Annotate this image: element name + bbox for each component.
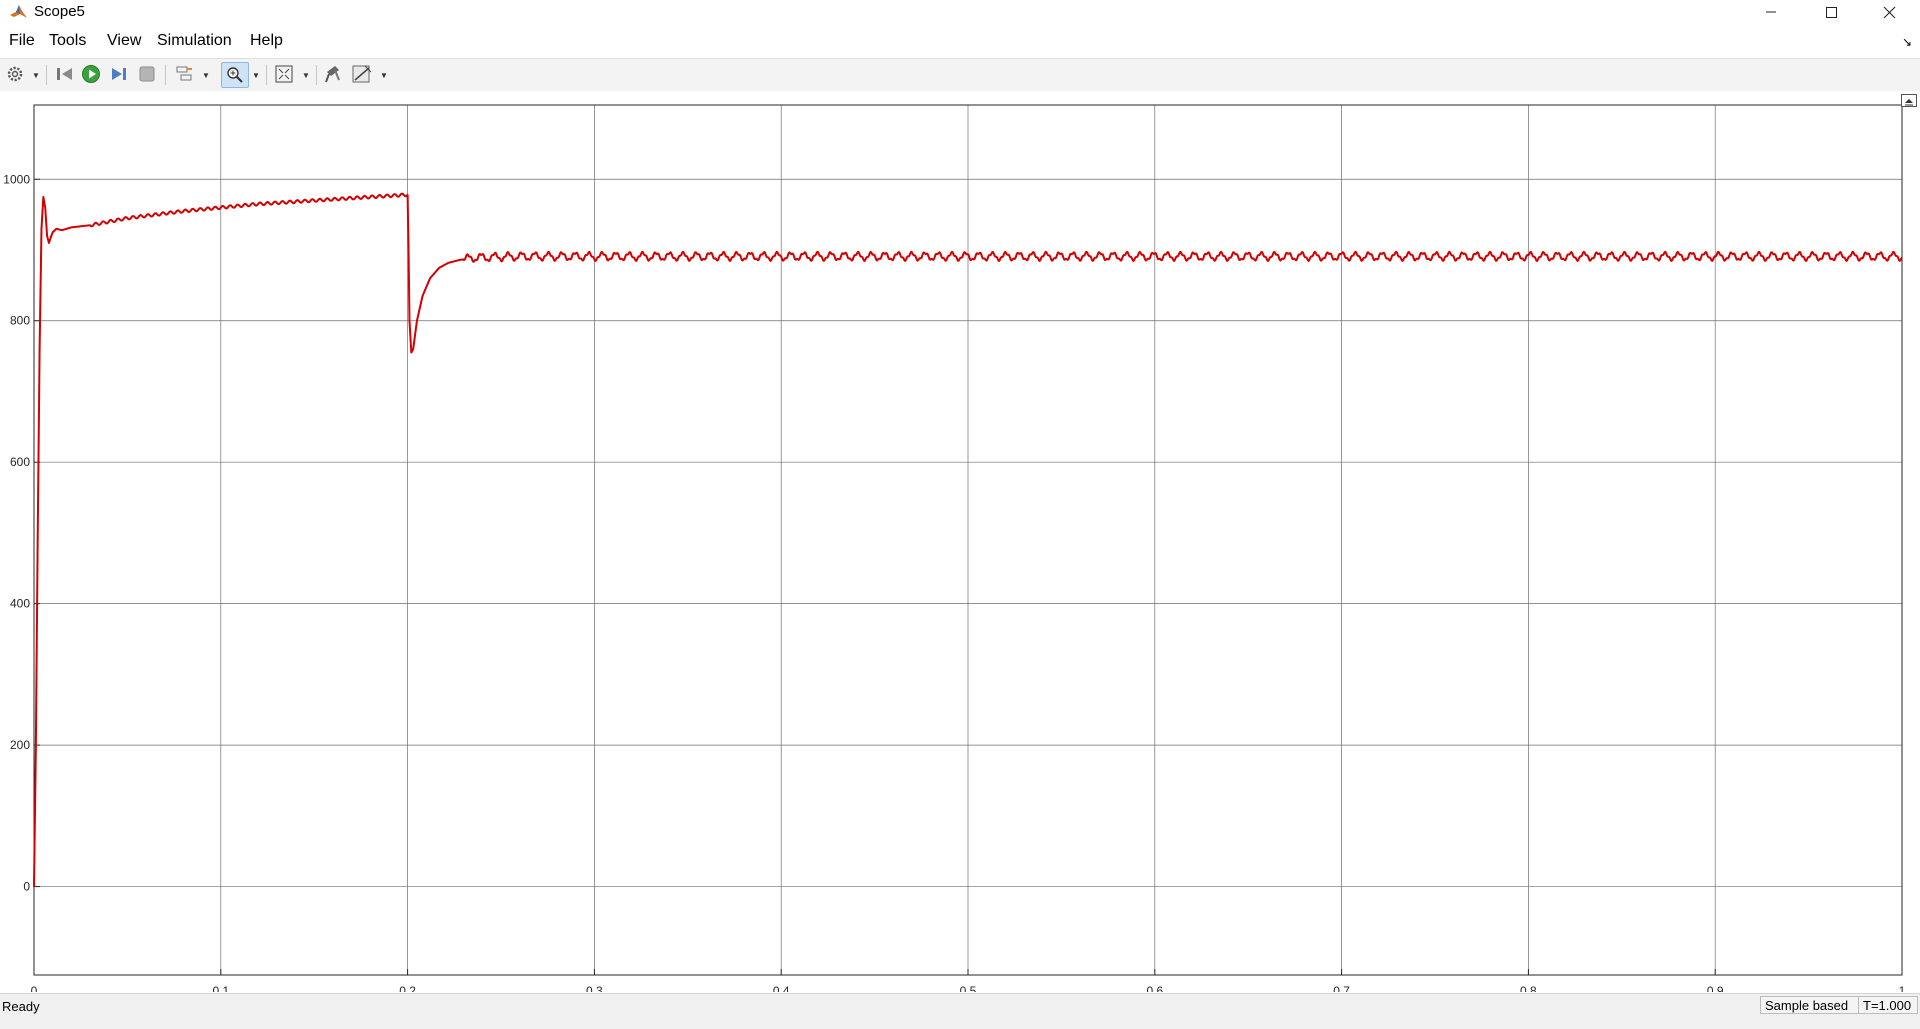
toolbar: ▼ ▼ ▼ ▼ ▼: [0, 58, 1920, 92]
toolbar-separator: [316, 65, 317, 85]
menu-view[interactable]: View: [105, 32, 143, 50]
x-tick-label: 0: [31, 984, 38, 992]
stop-icon[interactable]: [136, 63, 158, 85]
maximize-icon[interactable]: [1802, 0, 1860, 24]
triggers-icon[interactable]: [174, 63, 196, 85]
menu-file[interactable]: File: [7, 32, 37, 50]
x-tick-label: 0.6: [1146, 984, 1163, 992]
close-icon[interactable]: [1860, 0, 1918, 24]
status-mode: Sample based: [1760, 996, 1864, 1014]
scope-axes[interactable]: 0 0.1 0.2 0.3 0.4 0.5 0.6 0.7 0.8 0.9 1 0 200 400 600 8…: [0, 91, 1920, 992]
x-tick-label: 0.9: [1707, 984, 1724, 992]
x-tick-label: 0.2: [399, 984, 416, 992]
y-tick-label: 1000: [3, 172, 30, 186]
toolbar-separator: [165, 65, 166, 85]
autoscale-dropdown-icon[interactable]: ▼: [302, 71, 310, 80]
x-tick-label: 0.7: [1333, 984, 1350, 992]
x-tick-label: 0.5: [960, 984, 977, 992]
triggers-dropdown-icon[interactable]: ▼: [202, 71, 210, 80]
measurements-dropdown-icon[interactable]: ▼: [380, 71, 388, 80]
minimize-icon[interactable]: [1742, 0, 1800, 24]
status-time: T=1.000: [1858, 996, 1918, 1014]
step-forward-icon[interactable]: [108, 63, 130, 85]
menu-bar: File Tools View Simulation Help ↘: [0, 29, 1920, 57]
menu-simulation[interactable]: Simulation: [155, 32, 234, 50]
x-tick-label: 1: [1899, 984, 1906, 992]
toolbar-separator: [46, 65, 47, 85]
scope-plot-area[interactable]: 0 0.1 0.2 0.3 0.4 0.5 0.6 0.7 0.8 0.9 1 0 200 400 600 8…: [0, 91, 1920, 992]
y-tick-label: 400: [10, 597, 30, 611]
write-data-icon[interactable]: [322, 63, 344, 85]
menu-tools[interactable]: Tools: [47, 32, 88, 50]
undock-legend-icon[interactable]: [1901, 94, 1917, 107]
x-tick-label: 0.4: [773, 984, 790, 992]
x-tick-label: 0.1: [212, 984, 229, 992]
step-back-icon[interactable]: [54, 63, 76, 85]
y-tick-label: 200: [10, 738, 30, 752]
matlab-logo-icon: [10, 5, 27, 18]
toolbar-separator: [266, 65, 267, 85]
x-tick-label: 0.3: [586, 984, 603, 992]
run-icon[interactable]: [80, 63, 102, 85]
x-tick-label: 0.8: [1520, 984, 1537, 992]
settings-gear-icon[interactable]: [4, 63, 26, 85]
dock-arrow-icon[interactable]: ↘: [1902, 35, 1912, 49]
y-tick-label: 0: [23, 880, 30, 894]
measurements-icon[interactable]: [351, 63, 373, 85]
settings-dropdown-icon[interactable]: ▼: [32, 71, 40, 80]
status-text: Ready: [2, 999, 40, 1014]
status-bar: Ready Sample based T=1.000: [0, 993, 1920, 1018]
y-tick-label: 600: [10, 455, 30, 469]
zoom-dropdown-icon[interactable]: ▼: [252, 71, 260, 80]
window-bottom-edge: [0, 1017, 1920, 1029]
autoscale-icon[interactable]: [273, 63, 295, 85]
y-tick-label: 800: [10, 314, 30, 328]
menu-help[interactable]: Help: [248, 32, 285, 50]
window-title: Scope5: [34, 3, 85, 20]
zoom-in-icon[interactable]: [221, 62, 249, 88]
title-bar: Scope5: [0, 0, 1920, 24]
